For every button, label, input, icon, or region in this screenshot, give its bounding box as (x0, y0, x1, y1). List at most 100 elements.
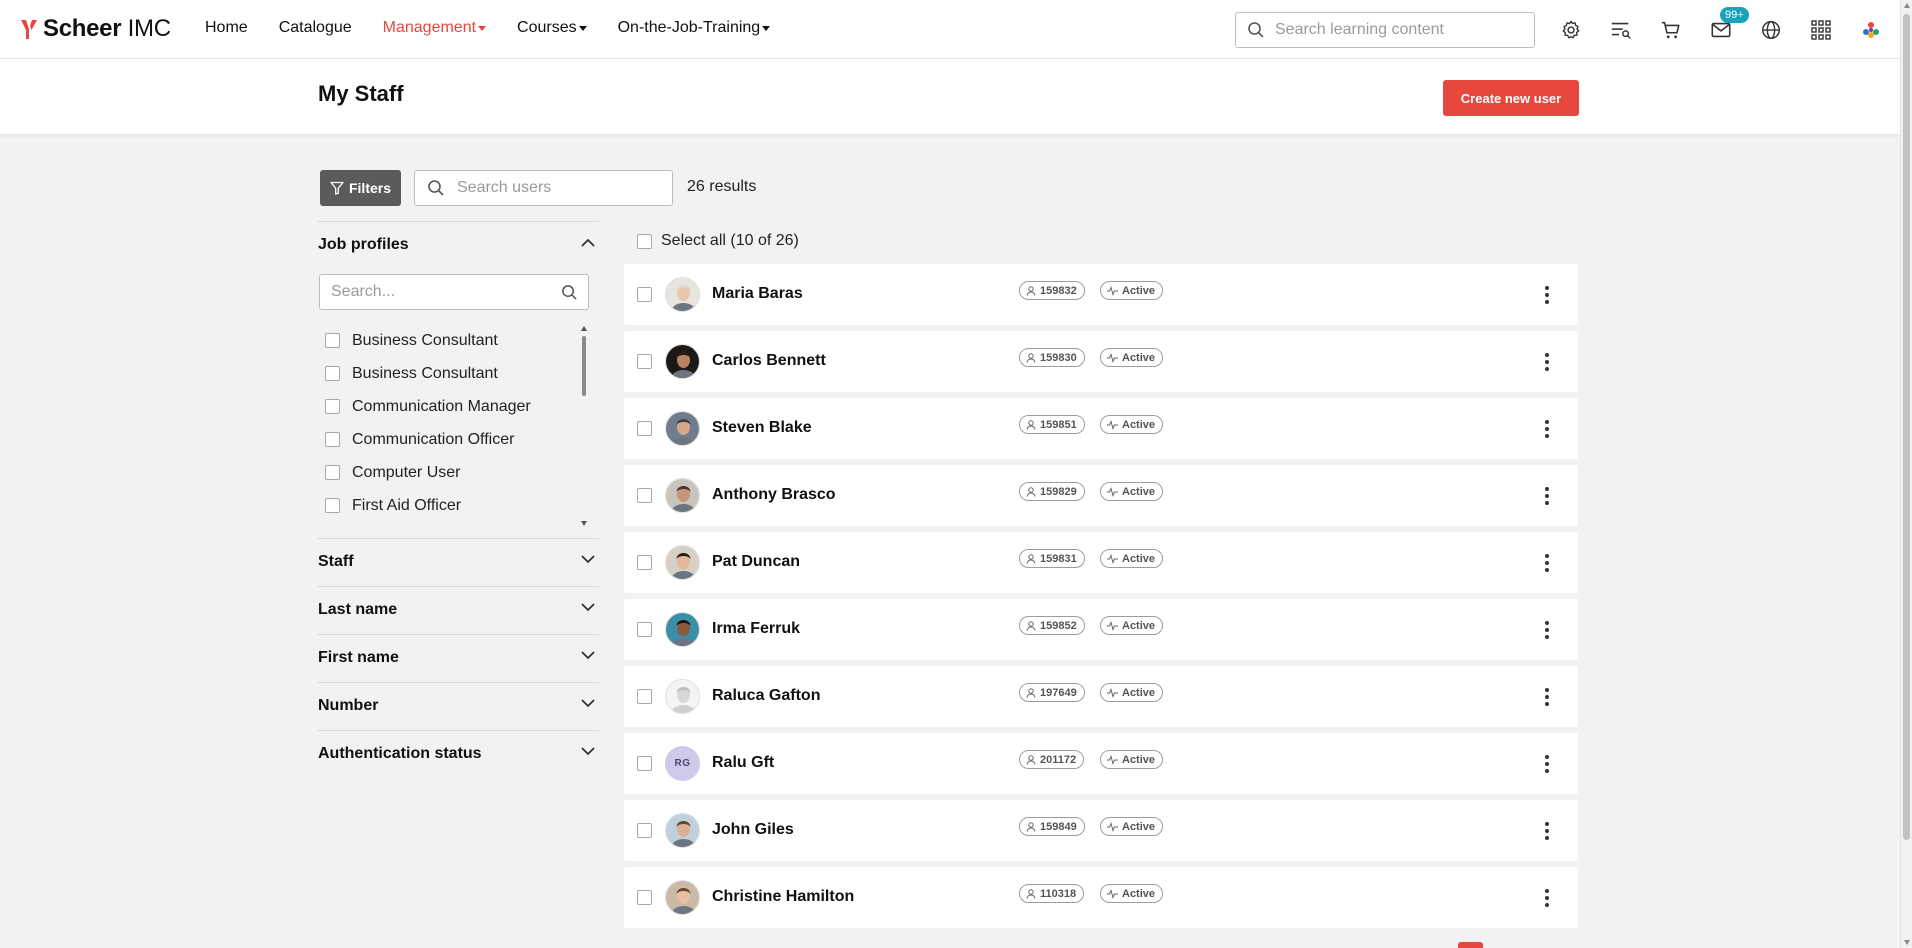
user-row-checkbox[interactable] (637, 689, 652, 704)
job-profile-checkbox[interactable] (325, 399, 340, 414)
apps-grid-icon[interactable] (1808, 17, 1834, 43)
more-options-icon[interactable] (1543, 486, 1551, 506)
scroll-down-arrow-icon[interactable] (1904, 940, 1910, 945)
globe-icon[interactable] (1758, 17, 1784, 43)
user-row[interactable]: John Giles 159849 Active (624, 800, 1578, 861)
user-name[interactable]: Raluca Gafton (712, 687, 820, 705)
job-profile-option[interactable]: Business Consultant (318, 324, 588, 357)
user-status: Active (1122, 284, 1156, 297)
job-profile-checkbox[interactable] (325, 366, 340, 381)
facet-authentication-status[interactable]: Authentication status (318, 730, 599, 778)
user-search-input[interactable] (457, 179, 657, 197)
job-profile-option[interactable]: Computer User (318, 456, 588, 489)
global-search-input[interactable] (1275, 21, 1505, 39)
chevron-down-icon[interactable] (581, 603, 595, 612)
user-name[interactable]: Irma Ferruk (712, 620, 800, 638)
user-row-checkbox[interactable] (637, 890, 652, 905)
user-name[interactable]: Christine Hamilton (712, 888, 854, 906)
user-row-checkbox[interactable] (637, 756, 652, 771)
more-options-icon[interactable] (1543, 821, 1551, 841)
job-profile-option[interactable]: Communication Officer (318, 423, 588, 456)
facet-number[interactable]: Number (318, 682, 599, 730)
more-options-icon[interactable] (1543, 285, 1551, 305)
more-options-icon[interactable] (1543, 620, 1551, 640)
window-scrollbar-thumb[interactable] (1903, 14, 1910, 840)
global-search[interactable] (1235, 12, 1535, 48)
user-name[interactable]: Maria Baras (712, 285, 803, 303)
user-name[interactable]: John Giles (712, 821, 794, 839)
mail-icon[interactable]: 99+ (1708, 7, 1749, 43)
facet-first-name[interactable]: First name (318, 634, 599, 682)
select-all[interactable]: Select all (10 of 26) (637, 232, 799, 250)
user-row-checkbox[interactable] (637, 287, 652, 302)
user-row[interactable]: Irma Ferruk 159852 Active (624, 599, 1578, 660)
job-profile-search[interactable] (319, 274, 589, 310)
user-name[interactable]: Steven Blake (712, 419, 812, 437)
user-row-checkbox[interactable] (637, 354, 652, 369)
user-row[interactable]: Anthony Brasco 159829 Active (624, 465, 1578, 526)
gear-icon[interactable] (1558, 17, 1584, 43)
scroll-up-arrow-icon[interactable] (581, 326, 587, 331)
user-row[interactable]: Raluca Gafton 197649 Active (624, 666, 1578, 727)
nav-item-catalogue[interactable]: Catalogue (279, 19, 352, 37)
user-row[interactable]: Maria Baras 159832 Active (624, 264, 1578, 325)
user-row[interactable]: Christine Hamilton 110318 Active (624, 867, 1578, 928)
job-profile-checkbox[interactable] (325, 333, 340, 348)
more-options-icon[interactable] (1543, 687, 1551, 707)
more-options-icon[interactable] (1543, 419, 1551, 439)
user-name[interactable]: Carlos Bennett (712, 352, 826, 370)
more-options-icon[interactable] (1543, 553, 1551, 573)
job-profile-checkbox[interactable] (325, 465, 340, 480)
facet-last-name[interactable]: Last name (318, 586, 599, 634)
user-name[interactable]: Anthony Brasco (712, 486, 836, 504)
user-row[interactable]: Carlos Bennett 159830 Active (624, 331, 1578, 392)
caret-down-icon (478, 25, 487, 31)
job-profile-search-input[interactable] (331, 283, 551, 301)
user-row[interactable]: RG Ralu Gft 201172 Active (624, 733, 1578, 794)
job-profile-option[interactable]: First Aid Officer (318, 489, 588, 522)
status-badge: Active (1100, 482, 1164, 501)
brand-logo[interactable]: Scheer IMC (20, 15, 171, 43)
user-search[interactable] (414, 170, 673, 206)
scroll-down-arrow-icon[interactable] (581, 521, 587, 526)
user-row[interactable]: Steven Blake 159851 Active (624, 398, 1578, 459)
user-row-checkbox[interactable] (637, 823, 652, 838)
user-name[interactable]: Pat Duncan (712, 553, 800, 571)
more-options-icon[interactable] (1543, 888, 1551, 908)
select-all-checkbox[interactable] (637, 233, 652, 249)
nav-item-home[interactable]: Home (205, 19, 248, 37)
create-new-user-button[interactable]: Create new user (1443, 80, 1579, 116)
facet-title: Job profiles (318, 236, 409, 253)
job-profile-checkbox[interactable] (325, 432, 340, 447)
more-options-icon[interactable] (1543, 352, 1551, 372)
job-profile-scrollbar[interactable] (579, 326, 589, 526)
cart-icon[interactable] (1658, 17, 1684, 43)
nav-item-courses[interactable]: Courses (517, 19, 587, 37)
nav-item-on-the-job-training[interactable]: On-the-Job-Training (618, 19, 771, 37)
job-profile-checkbox[interactable] (325, 498, 340, 513)
scroll-up-arrow-icon[interactable] (1904, 3, 1910, 8)
job-profile-option[interactable]: Business Consultant (318, 357, 588, 390)
nav-item-management[interactable]: Management (383, 19, 487, 37)
chevron-down-icon[interactable] (581, 555, 595, 564)
facet-staff[interactable]: Staff (318, 538, 599, 586)
pagination-peek[interactable] (1458, 942, 1483, 948)
window-scrollbar[interactable] (1900, 0, 1912, 948)
playlist-search-icon[interactable] (1608, 17, 1634, 43)
chevron-down-icon[interactable] (581, 699, 595, 708)
job-profile-option[interactable]: Communication Manager (318, 390, 588, 423)
user-row-checkbox[interactable] (637, 555, 652, 570)
chevron-down-icon[interactable] (581, 747, 595, 756)
user-row[interactable]: Pat Duncan 159831 Active (624, 532, 1578, 593)
more-options-icon[interactable] (1543, 754, 1551, 774)
avatar-icon[interactable] (1858, 17, 1884, 43)
scrollbar-thumb[interactable] (582, 336, 586, 396)
chevron-up-icon[interactable] (581, 238, 595, 247)
filters-button[interactable]: Filters (320, 170, 401, 206)
user-row-checkbox[interactable] (637, 488, 652, 503)
chevron-down-icon[interactable] (581, 651, 595, 660)
user-name[interactable]: Ralu Gft (712, 754, 774, 772)
nav-item-label: Courses (517, 19, 577, 36)
user-row-checkbox[interactable] (637, 622, 652, 637)
user-row-checkbox[interactable] (637, 421, 652, 436)
